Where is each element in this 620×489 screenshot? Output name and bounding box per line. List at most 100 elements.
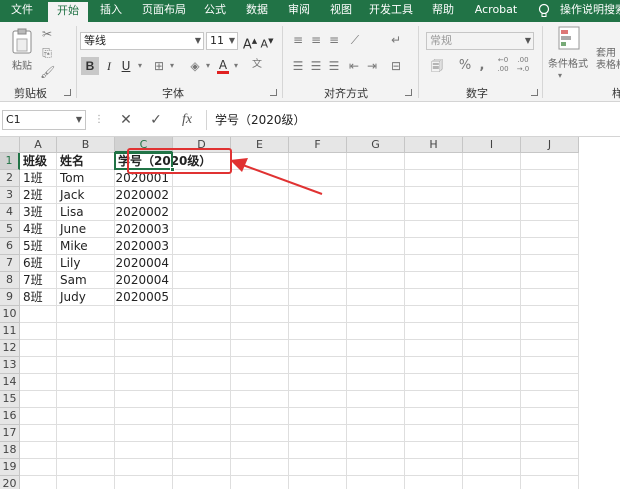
cell-d8[interactable] — [173, 272, 231, 289]
cell-a19[interactable] — [20, 459, 57, 476]
cell-i13[interactable] — [463, 357, 521, 374]
cell-i8[interactable] — [463, 272, 521, 289]
cell-a1[interactable]: 班级 — [20, 153, 57, 170]
cell-d14[interactable] — [173, 374, 231, 391]
cell-j10[interactable] — [521, 306, 579, 323]
cell-d9[interactable] — [173, 289, 231, 306]
phonetic-guide-icon[interactable]: 文 — [248, 57, 266, 73]
cell-i3[interactable] — [463, 187, 521, 204]
insert-function-button[interactable]: fx — [176, 110, 198, 130]
cell-d4[interactable] — [173, 204, 231, 221]
cell-d17[interactable] — [173, 425, 231, 442]
row-header-15[interactable]: 15 — [0, 391, 20, 408]
shrink-font-button[interactable]: A▼ — [258, 32, 276, 51]
cell-f17[interactable] — [289, 425, 347, 442]
row-header-17[interactable]: 17 — [0, 425, 20, 442]
cell-a10[interactable] — [20, 306, 57, 323]
cell-d3[interactable] — [173, 187, 231, 204]
cell-d16[interactable] — [173, 408, 231, 425]
cell-c10[interactable] — [115, 306, 173, 323]
cell-h20[interactable] — [405, 476, 463, 489]
cell-d11[interactable] — [173, 323, 231, 340]
format-as-table-label[interactable]: 套用 表格格 — [596, 48, 620, 72]
cell-f11[interactable] — [289, 323, 347, 340]
cell-h10[interactable] — [405, 306, 463, 323]
cell-b9[interactable]: Judy — [57, 289, 115, 306]
row-header-12[interactable]: 12 — [0, 340, 20, 357]
cell-j11[interactable] — [521, 323, 579, 340]
cell-g1[interactable] — [347, 153, 405, 170]
cell-i12[interactable] — [463, 340, 521, 357]
cell-c8[interactable]: 2020004 — [115, 272, 173, 289]
tab-review[interactable]: 审阅 — [282, 0, 316, 22]
cell-b19[interactable] — [57, 459, 115, 476]
cell-b1[interactable]: 姓名 — [57, 153, 115, 170]
cell-f5[interactable] — [289, 221, 347, 238]
grow-font-button[interactable]: A▲ — [241, 32, 259, 52]
cell-h14[interactable] — [405, 374, 463, 391]
cell-h11[interactable] — [405, 323, 463, 340]
cell-c17[interactable] — [115, 425, 173, 442]
cell-j16[interactable] — [521, 408, 579, 425]
cell-f16[interactable] — [289, 408, 347, 425]
cell-c14[interactable] — [115, 374, 173, 391]
cell-d20[interactable] — [173, 476, 231, 489]
cell-h8[interactable] — [405, 272, 463, 289]
tab-home[interactable]: 开始 — [48, 0, 88, 22]
cell-c4[interactable]: 2020002 — [115, 204, 173, 221]
cell-j8[interactable] — [521, 272, 579, 289]
name-box[interactable]: C1 ▼ — [2, 110, 86, 130]
cell-f4[interactable] — [289, 204, 347, 221]
cell-j3[interactable] — [521, 187, 579, 204]
align-right-icon[interactable]: ☰ — [326, 58, 342, 74]
cell-b8[interactable]: Sam — [57, 272, 115, 289]
column-header-b[interactable]: B — [57, 137, 115, 153]
cell-a13[interactable] — [20, 357, 57, 374]
cell-j13[interactable] — [521, 357, 579, 374]
cell-f12[interactable] — [289, 340, 347, 357]
cell-c19[interactable] — [115, 459, 173, 476]
cell-g2[interactable] — [347, 170, 405, 187]
chevron-down-icon[interactable]: ▾ — [554, 68, 566, 84]
row-header-8[interactable]: 8 — [0, 272, 20, 289]
chevron-down-icon[interactable]: ▾ — [204, 58, 212, 74]
tell-me-search[interactable]: 操作说明搜索 — [560, 0, 620, 22]
comma-style-button[interactable]: , — [476, 58, 488, 74]
cell-j12[interactable] — [521, 340, 579, 357]
cell-e6[interactable] — [231, 238, 289, 255]
cell-i5[interactable] — [463, 221, 521, 238]
column-header-g[interactable]: G — [347, 137, 405, 153]
cell-e15[interactable] — [231, 391, 289, 408]
cell-a9[interactable]: 8班 — [20, 289, 57, 306]
cell-b20[interactable] — [57, 476, 115, 489]
cell-b13[interactable] — [57, 357, 115, 374]
paste-icon[interactable] — [10, 27, 34, 57]
cell-a4[interactable]: 3班 — [20, 204, 57, 221]
decrease-decimal-icon[interactable]: .00 →.0 — [514, 56, 532, 74]
cell-f20[interactable] — [289, 476, 347, 489]
cell-c3[interactable]: 2020002 — [115, 187, 173, 204]
cell-h6[interactable] — [405, 238, 463, 255]
cell-d10[interactable] — [173, 306, 231, 323]
chevron-down-icon[interactable]: ▾ — [232, 58, 240, 74]
cell-i15[interactable] — [463, 391, 521, 408]
cell-c13[interactable] — [115, 357, 173, 374]
align-left-icon[interactable]: ☰ — [290, 58, 306, 74]
clipboard-launcher-icon[interactable] — [64, 89, 71, 96]
cell-e17[interactable] — [231, 425, 289, 442]
cell-d12[interactable] — [173, 340, 231, 357]
format-painter-icon[interactable]: 🖌 — [40, 64, 55, 80]
cell-b12[interactable] — [57, 340, 115, 357]
cell-h19[interactable] — [405, 459, 463, 476]
row-header-6[interactable]: 6 — [0, 238, 20, 255]
cell-a2[interactable]: 1班 — [20, 170, 57, 187]
cell-c12[interactable] — [115, 340, 173, 357]
cell-e20[interactable] — [231, 476, 289, 489]
cell-a14[interactable] — [20, 374, 57, 391]
align-bottom-icon[interactable]: ≡ — [326, 32, 342, 48]
cell-d15[interactable] — [173, 391, 231, 408]
align-center-icon[interactable]: ☰ — [308, 58, 324, 74]
cell-g7[interactable] — [347, 255, 405, 272]
cell-b14[interactable] — [57, 374, 115, 391]
row-header-5[interactable]: 5 — [0, 221, 20, 238]
